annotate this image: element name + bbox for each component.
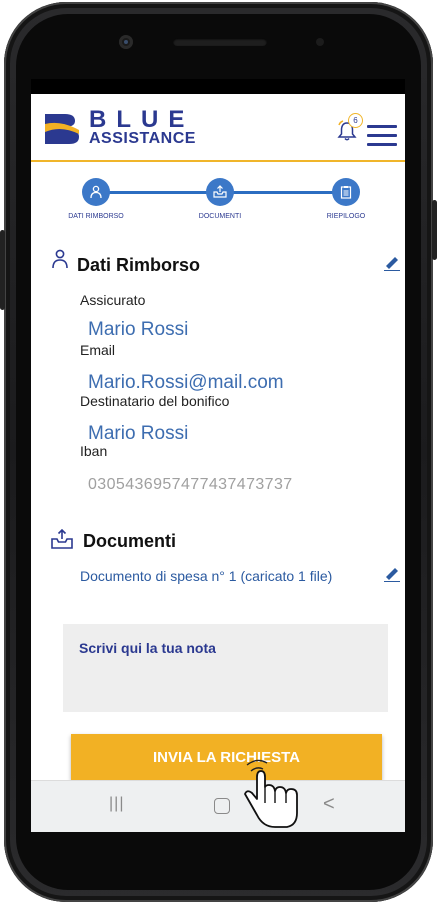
note-placeholder: Scrivi qui la tua nota [79, 640, 216, 656]
android-nav-bar: ||| < [31, 780, 405, 832]
field-label-iban: Iban [80, 443, 108, 459]
field-label-email: Email [80, 342, 116, 358]
hand-pointer-icon [244, 759, 298, 828]
volume-button [0, 230, 5, 310]
step-dati-rimborso[interactable] [82, 178, 110, 206]
logo-text-assistance: ASSISTANCE [89, 130, 196, 147]
back-icon[interactable]: < [323, 793, 335, 816]
step-riepilogo[interactable] [332, 178, 360, 206]
section-title-documenti: Documenti [83, 531, 177, 551]
menu-line [367, 134, 397, 137]
field-label-destinatario: Destinatario del bonifico [80, 393, 230, 409]
user-icon [52, 249, 68, 269]
power-button [432, 200, 437, 260]
step-label-riepilogo: RIEPILOGO [326, 213, 366, 220]
step-label-documenti: DOCUMENTI [198, 213, 242, 220]
proximity-sensor [316, 38, 324, 46]
clipboard-icon [340, 186, 352, 199]
home-icon[interactable] [214, 798, 230, 814]
upload-tray-icon [51, 529, 73, 549]
app-header: BLUE ASSISTANCE 6 [31, 94, 405, 162]
note-textarea[interactable]: Scrivi qui la tua nota [63, 624, 388, 712]
step-documenti[interactable] [206, 178, 234, 206]
edit-icon[interactable] [384, 566, 400, 582]
field-value-assicurato: Mario Rossi [88, 319, 189, 340]
section-title-dati-rimborso: Dati Rimborso [77, 255, 201, 275]
upload-tray-icon [213, 185, 227, 198]
edit-icon[interactable] [384, 255, 400, 271]
notification-badge: 6 [348, 113, 363, 128]
status-bar [31, 79, 405, 94]
app-screen: BLUE ASSISTANCE 6 DATI RIMBORSO DOCUMENT… [31, 79, 405, 832]
camera-lens [124, 40, 128, 44]
submit-request-button[interactable]: INVIA LA RICHIESTA [71, 734, 382, 780]
menu-button[interactable] [367, 125, 397, 147]
documento-spesa-link[interactable]: Documento di spesa n° 1 (caricato 1 file… [80, 568, 332, 584]
field-label-assicurato: Assicurato [80, 292, 146, 308]
menu-line [367, 143, 397, 146]
step-label-dati-rimborso: DATI RIMBORSO [68, 213, 124, 220]
user-icon [90, 185, 102, 199]
field-value-email: Mario.Rossi@mail.com [88, 372, 284, 393]
earpiece-speaker [173, 38, 267, 46]
menu-line [367, 125, 397, 128]
field-value-destinatario: Mario Rossi [88, 423, 189, 444]
recents-icon[interactable]: ||| [109, 795, 124, 813]
field-value-iban: 030543695747743747373​7 [88, 476, 293, 493]
blue-assistance-logo-icon [45, 114, 79, 144]
